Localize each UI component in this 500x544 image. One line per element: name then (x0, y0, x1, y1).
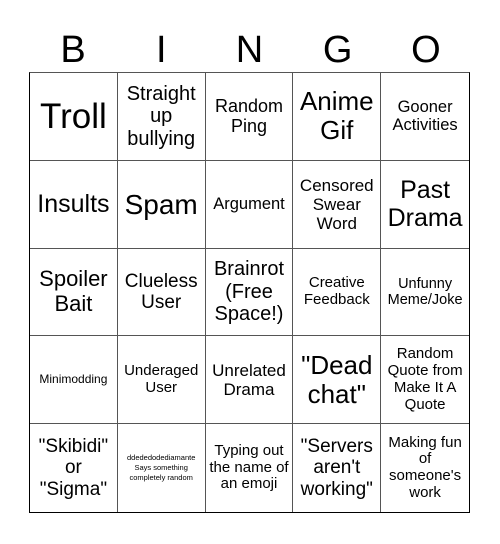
header-letter-i: I (156, 29, 167, 71)
bingo-cell[interactable]: Underaged User (117, 336, 206, 425)
bingo-cell[interactable]: Insults (30, 160, 118, 249)
bingo-cell[interactable]: Unfunny Meme/Joke (381, 249, 469, 337)
bingo-cell[interactable]: Straight up bullying (117, 73, 206, 161)
bingo-cell[interactable]: Spam (117, 160, 206, 249)
bingo-header: B I N G O (29, 28, 470, 72)
bingo-cell[interactable]: Anime Gif (293, 73, 382, 161)
header-letter-n: N (235, 29, 264, 71)
bingo-cell[interactable]: Argument (205, 160, 294, 249)
bingo-cell[interactable]: Spoiler Bait (30, 248, 118, 337)
bingo-cell[interactable]: "Dead chat" (293, 336, 382, 425)
bingo-cell[interactable]: Censored Swear Word (293, 160, 382, 249)
bingo-cell[interactable]: Random Ping (205, 73, 294, 161)
header-letter-o: O (411, 29, 441, 71)
free-space-cell[interactable]: Brainrot (Free Space!) (205, 248, 294, 337)
bingo-cell[interactable]: Typing out the name of an emoji (206, 424, 294, 512)
bingo-cell[interactable]: Gooner Activities (381, 73, 469, 161)
bingo-grid: Troll Straight up bullying Random Ping A… (29, 72, 470, 513)
bingo-cell[interactable]: "Skibidi" or "Sigma" (30, 424, 118, 512)
bingo-cell[interactable]: Unrelated Drama (205, 336, 294, 425)
bingo-cell[interactable]: Creative Feedback (293, 248, 382, 337)
bingo-cell[interactable]: Past Drama (381, 161, 469, 249)
bingo-cell[interactable]: Minimodding (30, 336, 118, 425)
header-letter-g: G (322, 29, 353, 71)
bingo-cell[interactable]: Clueless User (117, 248, 206, 337)
bingo-cell[interactable]: Random Quote from Make It A Quote (381, 336, 469, 425)
bingo-cell[interactable]: Making fun of someone's work (381, 424, 469, 512)
header-letter-b: B (60, 29, 86, 71)
bingo-cell[interactable]: "Servers aren't working" (293, 424, 382, 512)
bingo-cell[interactable]: Troll (30, 73, 118, 161)
bingo-cell[interactable]: ddededodediamante Says something complet… (118, 424, 206, 512)
